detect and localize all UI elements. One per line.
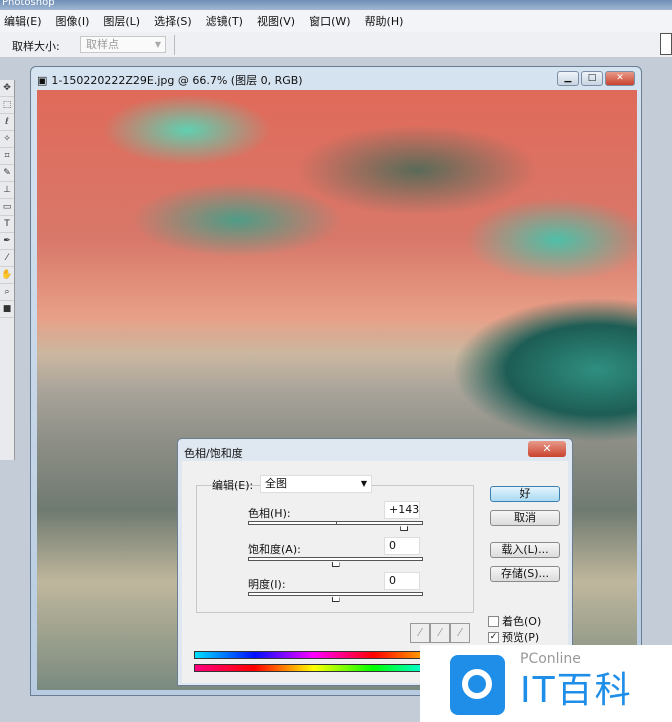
menu-help[interactable]: 帮助(H) (365, 13, 404, 29)
text-tool-icon[interactable]: T (0, 216, 14, 233)
app-title: Photoshop (2, 0, 55, 8)
color-swatch-icon[interactable]: ■ (0, 301, 14, 318)
eyedropper-icon[interactable]: ⁄ (410, 623, 430, 643)
menu-edit[interactable]: 编辑(E) (4, 13, 42, 29)
source-color-bar (194, 651, 434, 659)
move-tool-icon[interactable]: ✥ (0, 80, 14, 97)
menu-view[interactable]: 视图(V) (257, 13, 295, 29)
menu-image[interactable]: 图像(I) (56, 13, 90, 29)
options-bar: 取样大小: 取样点 ▼ (0, 32, 672, 58)
watermark-name: IT百科 (520, 670, 633, 711)
brush-tool-icon[interactable]: ✎ (0, 165, 14, 182)
wand-tool-icon[interactable]: ✧ (0, 131, 14, 148)
slider-center-tick (335, 521, 337, 525)
preview-label: 预览(P) (502, 631, 540, 644)
dialog-close-button[interactable]: ✕ (528, 441, 566, 457)
hand-tool-icon[interactable]: ✋ (0, 267, 14, 284)
chevron-down-icon: ▼ (360, 479, 367, 488)
eraser-tool-icon[interactable]: ▭ (0, 199, 14, 216)
tools-panel: ✥ ⬚ ℓ ✧ ⌗ ✎ ⊥ ▭ T ✒ ⁄ ✋ ⌕ ■ (0, 80, 15, 460)
menu-layer[interactable]: 图层(L) (103, 13, 140, 29)
load-button[interactable]: 载入(L)... (490, 542, 560, 558)
app-title-bar: Photoshop (0, 0, 672, 10)
sample-size-select[interactable]: 取样点 ▼ (80, 36, 166, 53)
preview-box[interactable]: ✓ (488, 631, 499, 643)
eyedropper-minus-icon[interactable]: ⁄ (450, 623, 470, 643)
preview-checkbox[interactable]: ✓ 预览(P) (488, 629, 539, 645)
colorize-label: 着色(O) (502, 615, 542, 628)
colorize-box[interactable] (488, 615, 499, 627)
saturation-slider[interactable] (248, 557, 423, 567)
marquee-tool-icon[interactable]: ⬚ (0, 97, 14, 114)
document-icon: ▣ (37, 73, 48, 87)
result-color-bar (194, 664, 434, 672)
watermark-logo-icon (450, 655, 505, 715)
menu-bar: 编辑(E) 图像(I) 图层(L) 选择(S) 滤镜(T) 视图(V) 窗口(W… (0, 10, 672, 32)
menu-select[interactable]: 选择(S) (154, 13, 192, 29)
menu-window[interactable]: 窗口(W) (309, 13, 350, 29)
dialog-title: 色相/饱和度 (184, 447, 243, 460)
crop-tool-icon[interactable]: ⌗ (0, 148, 14, 165)
document-title: 1-150220222Z29E.jpg @ 66.7% (图层 0, RGB) (51, 74, 303, 87)
saturation-input[interactable]: 0 (384, 537, 420, 555)
lightness-input[interactable]: 0 (384, 572, 420, 590)
saturation-label: 饱和度(A): (248, 543, 301, 556)
close-button[interactable]: ✕ (605, 71, 635, 86)
sample-size-value: 取样点 (86, 38, 119, 51)
cancel-button[interactable]: 取消 (490, 510, 560, 526)
hue-label: 色相(H): (248, 507, 291, 520)
minimize-button[interactable]: ▁ (557, 71, 579, 86)
eyedropper-tool-icon[interactable]: ⁄ (0, 250, 14, 267)
edit-select[interactable]: 全图 ▼ (260, 475, 372, 493)
watermark-brand: PConline (520, 651, 581, 667)
chevron-down-icon: ▼ (154, 40, 161, 49)
eyedropper-plus-icon[interactable]: ⁄ (430, 623, 450, 643)
lightness-label: 明度(I): (248, 578, 286, 591)
colorize-checkbox[interactable]: 着色(O) (488, 613, 541, 629)
lightness-slider[interactable] (248, 592, 423, 602)
panel-stub[interactable] (660, 33, 672, 55)
maximize-button[interactable]: □ (581, 71, 603, 86)
hue-slider[interactable] (248, 521, 423, 531)
zoom-tool-icon[interactable]: ⌕ (0, 284, 14, 301)
menu-filter[interactable]: 滤镜(T) (206, 13, 243, 29)
pen-tool-icon[interactable]: ✒ (0, 233, 14, 250)
edit-value: 全图 (265, 477, 287, 490)
eyedropper-group: ⁄ ⁄ ⁄ (410, 623, 470, 643)
save-button[interactable]: 存储(S)... (490, 566, 560, 582)
sample-size-label: 取样大小: (12, 40, 60, 53)
lasso-tool-icon[interactable]: ℓ (0, 114, 14, 131)
window-controls: ▁ □ ✕ (557, 71, 635, 86)
stamp-tool-icon[interactable]: ⊥ (0, 182, 14, 199)
divider (174, 35, 175, 55)
watermark: PConline IT百科 (420, 645, 672, 722)
ok-button[interactable]: 好 (490, 486, 560, 502)
edit-label: 编辑(E): (212, 479, 254, 492)
document-title-bar[interactable]: ▣ 1-150220222Z29E.jpg @ 66.7% (图层 0, RGB) (37, 72, 303, 88)
hue-input[interactable]: +143 (384, 501, 420, 519)
